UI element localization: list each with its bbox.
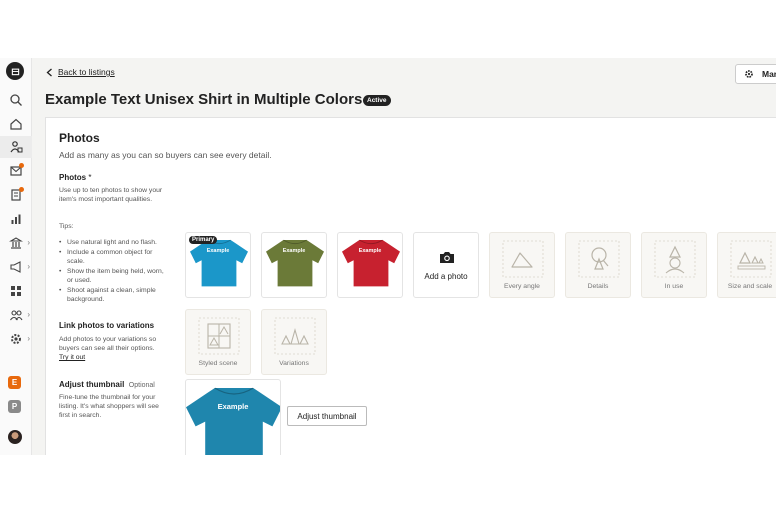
app-window: › › › › EP Back to listings Mar Example … xyxy=(0,58,776,455)
community-icon[interactable]: › xyxy=(0,304,32,326)
variations-description: Add photos to your variations so buyers … xyxy=(59,335,164,362)
photo-slot-variations[interactable]: Variations xyxy=(261,309,327,375)
tips-label: Tips: xyxy=(59,223,74,230)
adjust-thumbnail-button[interactable]: Adjust thumbnail xyxy=(287,406,367,426)
photos-heading-label: Photos xyxy=(59,173,87,182)
finances-icon[interactable]: › xyxy=(0,232,32,254)
back-link-label[interactable]: Back to listings xyxy=(58,67,115,77)
variations-heading: Link photos to variations xyxy=(59,321,155,330)
photo-tile[interactable]: Example xyxy=(261,232,327,298)
settings-icon[interactable]: › xyxy=(0,328,32,350)
add-photo-button[interactable]: Add a photo xyxy=(413,232,479,298)
photo-tile[interactable]: Example xyxy=(337,232,403,298)
chevron-left-icon xyxy=(46,68,52,76)
shirt-print-text: Example xyxy=(358,248,382,254)
optional-tag: Optional xyxy=(128,382,155,389)
photo-slot-every-angle[interactable]: Every angle xyxy=(489,232,555,298)
thumbnail-shirt-label: Example xyxy=(217,402,249,411)
back-link[interactable]: Back to listings xyxy=(46,67,115,77)
photo-tile[interactable]: Example Primary xyxy=(185,232,251,298)
marketing-icon[interactable]: › xyxy=(0,256,32,278)
required-mark: * xyxy=(88,173,92,182)
page-footer-area xyxy=(0,455,776,512)
photo-slot-label: Styled scene xyxy=(198,360,238,367)
thumbnail-heading-label: Adjust thumbnail xyxy=(59,380,125,389)
photo-slot-details[interactable]: Details xyxy=(565,232,631,298)
apps-icon[interactable] xyxy=(0,280,32,302)
photos-heading: Photos * xyxy=(59,173,91,182)
photo-slot-label: Size and scale xyxy=(727,283,773,290)
chevron-right-icon: › xyxy=(27,238,30,247)
tshirt-photo-image xyxy=(342,239,400,287)
thumbnail-description: Fine-tune the thumbnail for your listing… xyxy=(59,394,159,419)
notification-dot xyxy=(19,187,24,192)
tshirt-photo-image xyxy=(266,239,324,287)
shirt-print-text: Example xyxy=(282,248,306,254)
chevron-right-icon: › xyxy=(27,262,30,271)
manage-button-label: Mar xyxy=(762,69,776,79)
primary-badge: Primary xyxy=(189,236,218,244)
shop-switch-badge[interactable]: P xyxy=(8,400,21,413)
photos-panel: Photos Add as many as you can so buyers … xyxy=(45,117,776,455)
chevron-right-icon: › xyxy=(27,310,30,319)
listings-icon[interactable] xyxy=(0,136,32,158)
manage-button[interactable]: Mar xyxy=(735,64,776,84)
gear-icon xyxy=(745,70,753,78)
page-title: Example Text Unisex Shirt in Multiple Co… xyxy=(45,91,363,108)
home-icon[interactable] xyxy=(0,113,32,135)
search-icon[interactable] xyxy=(0,89,32,111)
photo-slot-in-use[interactable]: In use xyxy=(641,232,707,298)
photo-slot-label: In use xyxy=(664,283,684,290)
photos-description: Use up to ten photos to show your item's… xyxy=(59,187,163,203)
shop-switch-badge[interactable]: E xyxy=(8,376,21,389)
avatar[interactable] xyxy=(8,430,22,444)
section-subtitle: Add as many as you can so buyers can see… xyxy=(59,150,272,160)
shop-logo-icon[interactable] xyxy=(6,62,24,80)
tip-item: Show the item being held, worn, or used. xyxy=(59,267,164,285)
photo-tips: Tips: Use natural light and no flash.Inc… xyxy=(59,222,164,305)
try-it-out-link[interactable]: Try it out xyxy=(59,354,85,361)
tip-item: Include a common object for scale. xyxy=(59,248,164,266)
tip-item: Shoot against a clean, simple background… xyxy=(59,286,164,304)
thumbnail-heading: Adjust thumbnail Optional xyxy=(59,380,155,389)
notification-dot xyxy=(19,163,24,168)
section-title: Photos xyxy=(59,131,100,145)
add-photo-label: Add a photo xyxy=(424,272,468,281)
photo-slot-label: Every angle xyxy=(504,283,540,290)
photo-slot-label: Details xyxy=(587,283,609,290)
left-rail: › › › › EP xyxy=(0,58,32,455)
stats-icon[interactable] xyxy=(0,208,32,230)
messages-icon[interactable] xyxy=(0,160,32,182)
photo-slot-styled-scene[interactable]: Styled scene xyxy=(185,309,251,375)
camera-icon xyxy=(440,252,454,263)
status-badge: Active xyxy=(363,95,391,106)
tshirt-thumbnail-image xyxy=(186,387,280,455)
thumbnail-preview[interactable]: Example xyxy=(185,379,281,455)
tip-item: Use natural light and no flash. xyxy=(59,238,164,247)
shirt-print-text: Example xyxy=(206,248,230,254)
shadow xyxy=(32,58,46,455)
photo-slot-label: Variations xyxy=(279,360,309,367)
chevron-right-icon: › xyxy=(27,334,30,343)
orders-icon[interactable] xyxy=(0,184,32,206)
photo-slot-size-and-scale[interactable]: Size and scale xyxy=(717,232,776,298)
variations-text: Add photos to your variations so buyers … xyxy=(59,336,157,352)
